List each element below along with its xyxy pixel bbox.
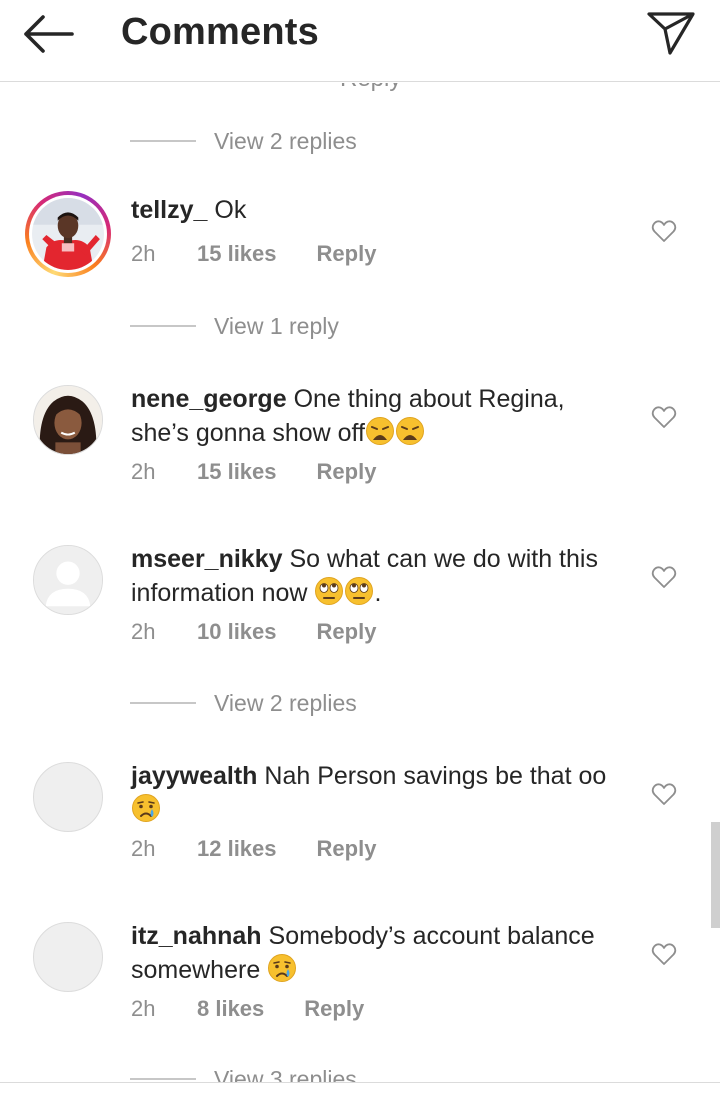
comment-body: tellzy_ Ok — [131, 194, 621, 227]
divider-line — [130, 702, 196, 704]
comment-text-end: . — [374, 579, 382, 607]
rolling-eyes-emoji — [315, 577, 344, 605]
comment-body: mseer_nikky So what can we do with this … — [131, 543, 621, 610]
comment-meta: 2h 15 likes Reply — [131, 459, 376, 485]
comment-text: Ok — [214, 196, 247, 224]
reply-button[interactable]: Reply — [304, 996, 364, 1022]
heart-icon[interactable] — [651, 782, 677, 806]
divider-line — [130, 1078, 196, 1080]
comment-meta: 2h 10 likes Reply — [131, 619, 376, 645]
avatar[interactable] — [33, 385, 103, 455]
default-avatar-icon — [34, 546, 102, 614]
arrow-left-icon[interactable] — [22, 13, 74, 55]
view-replies-label: View 1 reply — [214, 312, 339, 339]
heart-icon[interactable] — [651, 565, 677, 589]
view-replies-label: View 2 replies — [214, 689, 357, 716]
cut-off-reply-text: Reply — [340, 83, 401, 93]
app-header: Comments — [0, 0, 720, 82]
comment-username[interactable]: itz_nahnah — [131, 922, 262, 950]
divider-line — [130, 140, 196, 142]
heart-icon[interactable] — [651, 219, 677, 243]
comment-username[interactable]: mseer_nikky — [131, 545, 283, 573]
rolling-eyes-emoji — [345, 577, 374, 605]
reply-button[interactable]: Reply — [317, 619, 377, 645]
likes-count[interactable]: 8 likes — [197, 996, 264, 1022]
weary-face-emoji — [395, 417, 424, 445]
page-title: Comments — [121, 11, 319, 53]
comment-body: jayywealth Nah Person savings be that oo — [131, 760, 621, 827]
avatar[interactable] — [33, 545, 103, 615]
comment-body: itz_nahnah Somebody’s account balance so… — [131, 920, 621, 987]
avatar[interactable] — [25, 191, 111, 277]
view-replies-button[interactable]: View 2 replies — [130, 687, 357, 719]
view-replies-button[interactable]: View 3 replies — [130, 1063, 357, 1083]
bottom-divider — [0, 1082, 720, 1083]
comment-time: 2h — [131, 836, 156, 861]
comment-username[interactable]: nene_george — [131, 385, 287, 413]
heart-icon[interactable] — [651, 405, 677, 429]
scrollbar-thumb[interactable] — [711, 822, 720, 928]
view-replies-button[interactable]: View 2 replies — [130, 125, 357, 157]
comment-time: 2h — [131, 996, 156, 1021]
comment-meta: 2h 12 likes Reply — [131, 836, 376, 862]
user-photo — [32, 198, 104, 270]
comments-list[interactable]: Reply View 2 replies tell — [0, 83, 720, 1083]
likes-count[interactable]: 15 likes — [197, 459, 277, 485]
comment-username[interactable]: tellzy_ — [131, 196, 207, 224]
crying-face-emoji — [132, 794, 160, 822]
comment-time: 2h — [131, 619, 156, 644]
comment-meta: 2h 8 likes Reply — [131, 996, 364, 1022]
view-replies-button[interactable]: View 1 reply — [130, 310, 339, 342]
view-replies-label: View 2 replies — [214, 127, 357, 154]
reply-button[interactable]: Reply — [317, 241, 377, 267]
comment-body: nene_george One thing about Regina, she’… — [131, 383, 621, 450]
likes-count[interactable]: 15 likes — [197, 241, 277, 267]
likes-count[interactable]: 10 likes — [197, 619, 277, 645]
divider-line — [130, 325, 196, 327]
paper-plane-icon[interactable] — [646, 10, 696, 56]
user-photo — [34, 386, 102, 454]
avatar[interactable] — [33, 762, 103, 832]
avatar[interactable] — [33, 922, 103, 992]
comment-meta: 2h 15 likes Reply — [131, 241, 376, 267]
reply-button[interactable]: Reply — [317, 836, 377, 862]
comment-time: 2h — [131, 459, 156, 484]
comment-text: Nah Person savings be that oo — [264, 762, 607, 790]
heart-icon[interactable] — [651, 942, 677, 966]
reply-button[interactable]: Reply — [317, 459, 377, 485]
likes-count[interactable]: 12 likes — [197, 836, 277, 862]
weary-face-emoji — [365, 417, 394, 445]
comment-time: 2h — [131, 241, 156, 266]
comment-username[interactable]: jayywealth — [131, 762, 257, 790]
view-replies-label: View 3 replies — [214, 1065, 357, 1084]
crying-face-emoji — [268, 954, 297, 982]
